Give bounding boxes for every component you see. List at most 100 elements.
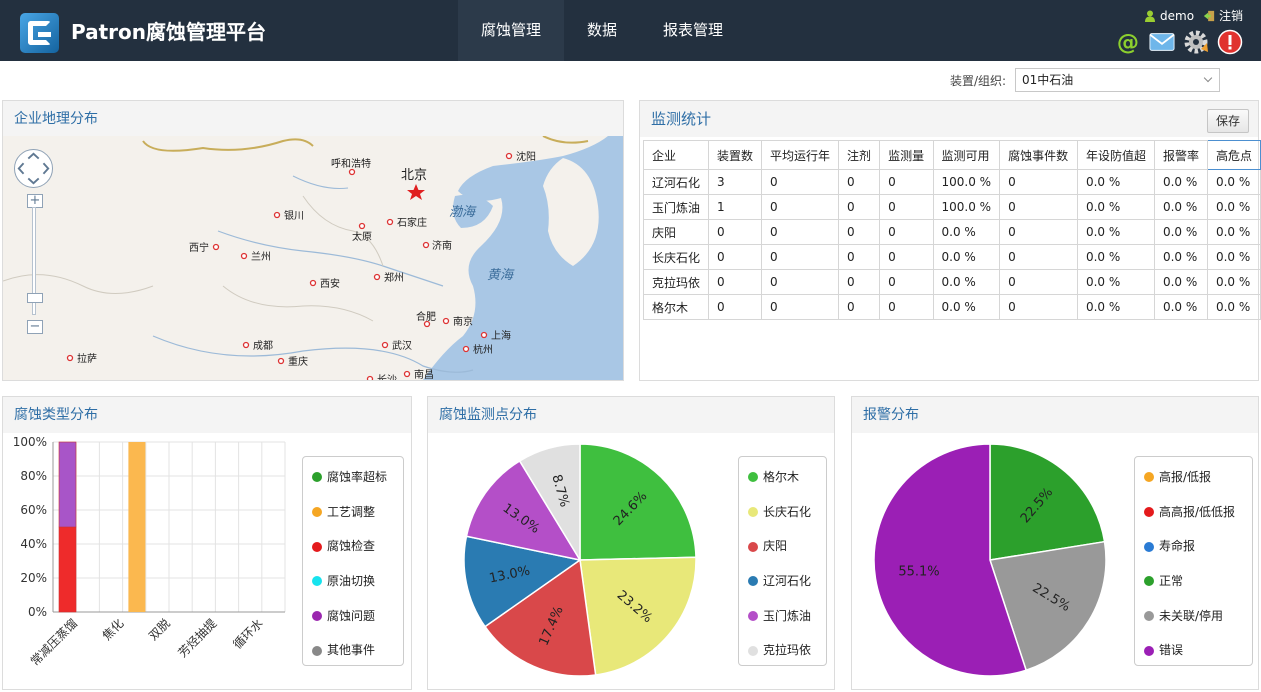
table-cell: 0 [999,219,1078,245]
legend-label: 未关联/停用 [1159,608,1224,623]
china-map[interactable]: 北京 呼和浩特 沈阳 银川 石家庄 太原 济南 西宁 兰州 西安 郑州 合肥 南京 上海 成都 武汉… [3,136,623,380]
table-row[interactable]: 格尔木 0 0 0 0 0.0 % 0 0.0 % 0.0 % 0.0 % [642,294,1261,320]
column-header[interactable]: 监测可用 [932,140,1001,170]
table-row[interactable]: 辽河石化 3 0 0 0 100.0 % 0 0.0 % 0.0 % 0.0 % [642,169,1261,195]
nav-report-management[interactable]: 报表管理 [640,0,746,61]
point-legend-item[interactable]: 长庆石化 [739,495,826,530]
y-tick-label: 40% [20,537,47,551]
table-row[interactable]: 长庆石化 0 0 0 0 0.0 % 0 0.0 % 0.0 % 0.0 % [642,244,1261,270]
username[interactable]: demo [1160,9,1194,23]
type-legend-item[interactable]: 原油切换 [303,564,403,599]
legend-dot-icon [312,611,322,622]
column-header[interactable]: 腐蚀事件数 [999,140,1078,170]
column-header[interactable]: 高危点 [1206,140,1261,170]
table-cell: 0 [708,219,763,245]
table-cell: 0 [761,269,840,295]
mail-icon[interactable] [1149,29,1175,55]
column-header[interactable]: 监测量 [879,140,934,170]
alarm-legend-item[interactable]: 高报/低报 [1135,460,1252,495]
x-tick-label: 双脱 [145,616,173,644]
legend-dot-icon [312,541,322,552]
org-selector[interactable]: 01中石油 [1015,68,1220,92]
bar[interactable] [128,442,146,612]
type-panel-title: 腐蚀类型分布 [3,397,411,433]
svg-text:南昌: 南昌 [414,368,434,380]
table-cell: 0.0 % [1206,219,1261,245]
svg-text:太原: 太原 [352,230,372,243]
legend-label: 玉门炼油 [763,608,812,623]
point-panel-title: 腐蚀监测点分布 [428,397,834,433]
type-legend-item[interactable]: 其他事件 [303,633,403,668]
table-cell: 0.0 % [1153,194,1208,220]
org-selector-value: 01中石油 [1022,73,1074,87]
column-header[interactable]: 年设防值超 [1076,140,1155,170]
gear-icon[interactable] [1183,29,1209,55]
alarm-legend-item[interactable]: 正常 [1135,564,1252,599]
type-legend-item[interactable]: 工艺调整 [303,495,403,530]
point-legend-item[interactable]: 玉门炼油 [739,599,826,634]
alert-icon[interactable] [1217,29,1243,55]
column-header[interactable]: 平均运行年 [761,140,840,170]
table-cell: 0 [761,169,840,195]
bar[interactable] [58,441,77,528]
column-header[interactable]: 装置数 [708,140,763,170]
column-header[interactable]: 报警率 [1153,140,1208,170]
table-cell: 庆阳 [642,219,710,245]
legend-label: 错误 [1159,643,1184,658]
legend-label: 正常 [1159,574,1184,589]
table-row[interactable]: 克拉玛依 0 0 0 0 0.0 % 0 0.0 % 0.0 % 0.0 % [642,269,1261,295]
table-cell: 0 [879,169,934,195]
top-bar: Patron腐蚀管理平台 腐蚀管理 数据 报表管理 demo 注销 @ [0,0,1261,61]
table-row[interactable]: 庆阳 0 0 0 0 0.0 % 0 0.0 % 0.0 % 0.0 % [642,219,1261,245]
type-legend-item[interactable]: 腐蚀问题 [303,599,403,634]
logout-icon[interactable] [1203,10,1215,22]
legend-label: 寿命报 [1159,539,1196,554]
map-pan-control[interactable] [14,149,53,188]
legend-dot-icon [748,611,758,622]
svg-text:济南: 济南 [432,239,452,252]
point-legend-item[interactable]: 庆阳 [739,529,826,564]
table-cell: 0.0 % [1206,194,1261,220]
org-selector-label: 装置/组织: [950,74,1007,88]
svg-text:杭州: 杭州 [473,343,493,356]
map-zoom-out-button[interactable]: − [27,320,43,334]
nav-corrosion-management[interactable]: 腐蚀管理 [458,0,565,61]
table-cell: 0 [761,294,840,320]
nav-data[interactable]: 数据 [564,0,640,61]
save-button[interactable]: 保存 [1207,109,1249,133]
alarm-legend-item[interactable]: 错误 [1135,633,1252,668]
point-legend-item[interactable]: 格尔木 [739,460,826,495]
table-cell: 0 [708,269,763,295]
chevron-down-icon [1203,73,1213,83]
type-legend-item[interactable]: 腐蚀率超标 [303,460,403,495]
alarm-legend-item[interactable]: 寿命报 [1135,529,1252,564]
point-legend-item[interactable]: 辽河石化 [739,564,826,599]
legend-dot-icon [312,507,322,518]
alarm-legend-item[interactable]: 未关联/停用 [1135,599,1252,634]
point-legend: 格尔木长庆石化 庆阳 辽河石化玉门炼油克拉玛依 [738,456,827,666]
table-cell: 100.0 % [932,169,1001,195]
table-cell: 0 [761,244,840,270]
table-row[interactable]: 玉门炼油 1 0 0 0 100.0 % 0 0.0 % 0.0 % 0.0 % [642,194,1261,220]
y-tick-label: 0% [28,605,47,619]
column-header[interactable]: 企业 [642,140,710,170]
bar[interactable] [58,526,77,613]
table-cell: 0.0 % [1153,219,1208,245]
table-cell: 玉门炼油 [642,194,710,220]
at-icon[interactable]: @ [1115,29,1141,55]
map-zoom-handle[interactable] [27,293,43,303]
legend-label: 格尔木 [763,470,800,484]
legend-dot-icon [1144,507,1154,518]
table-cell: 0.0 % [1206,294,1261,320]
point-legend-item[interactable]: 克拉玛依 [739,633,826,668]
type-legend-item[interactable]: 腐蚀检查 [303,529,403,564]
table-cell: 0.0 % [1076,219,1155,245]
column-header[interactable]: 注剂 [838,140,881,170]
map-zoom-in-button[interactable]: + [27,194,43,208]
legend-dot-icon [1144,645,1154,656]
table-cell: 0.0 % [1076,294,1155,320]
svg-text:郑州: 郑州 [384,271,404,284]
legend-dot-icon [748,645,758,656]
logout-link[interactable]: 注销 [1219,7,1243,24]
alarm-legend-item[interactable]: 高高报/低低报 [1135,495,1252,530]
